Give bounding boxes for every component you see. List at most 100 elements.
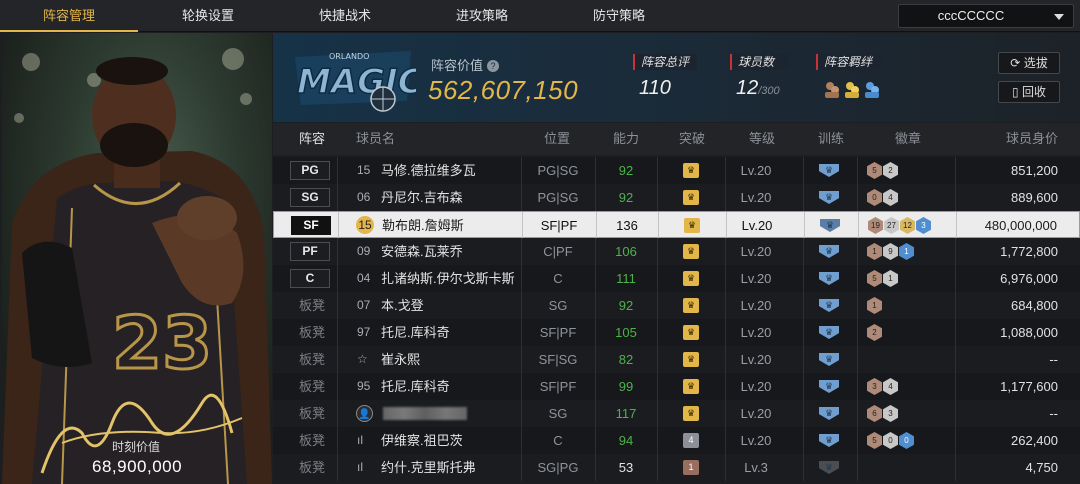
breakthrough-icon[interactable]: ♛: [683, 190, 699, 205]
training-icon[interactable]: ♛: [819, 434, 839, 447]
breakthrough-icon[interactable]: ♛: [683, 406, 699, 421]
col-breakthrough[interactable]: 突破: [679, 123, 705, 155]
training-icon[interactable]: ♛: [820, 219, 840, 232]
badge-list[interactable]: 1: [867, 297, 882, 314]
player-name[interactable]: 约什.克里斯托弗: [381, 454, 476, 481]
column-divider: [595, 319, 596, 346]
lineup-select[interactable]: cccCCCCC: [898, 4, 1074, 28]
breakthrough-icon[interactable]: 1: [683, 460, 699, 475]
player-name[interactable]: 丹尼尔.吉布森: [381, 184, 463, 211]
col-level[interactable]: 等级: [749, 123, 775, 155]
column-divider: [657, 427, 658, 454]
table-row[interactable]: 板凳 ☆ 崔永熙 SF|SG 82 ♛ Lv.20 ♛ --: [273, 346, 1080, 373]
jersey-number: 97: [357, 325, 371, 339]
player-name[interactable]: 扎诸纳斯.伊尔戈斯卡斯: [381, 265, 515, 292]
slot-badge[interactable]: SG: [290, 188, 330, 207]
slot-badge[interactable]: C: [290, 269, 330, 288]
column-divider: [657, 238, 658, 265]
table-row[interactable]: PF 09 安德森.瓦莱乔 C|PF 106 ♛ Lv.20 ♛ 1 9 1 1,772,800: [273, 238, 1080, 265]
tab-offense-strategy[interactable]: 进攻策略: [422, 0, 542, 32]
badge-list[interactable]: 52: [867, 162, 898, 179]
table-row[interactable]: 板凳 07 本.戈登 SG 92 ♛ Lv.20 ♛ 1 684,800: [273, 292, 1080, 319]
tab-defense-strategy[interactable]: 防守策略: [559, 0, 679, 32]
breakthrough-icon[interactable]: ♛: [683, 244, 699, 259]
badge-list[interactable]: 191: [867, 243, 914, 260]
training-icon[interactable]: ♛: [819, 407, 839, 420]
table-row[interactable]: 板凳 97 托尼.库科奇 SF|PF 105 ♛ Lv.20 ♛ 2 1,088,000: [273, 319, 1080, 346]
jersey-number: 09: [357, 244, 371, 258]
column-divider: [803, 319, 804, 346]
column-divider: [337, 319, 338, 346]
table-row[interactable]: SF 15 勒布朗.詹姆斯 SF|PF 136 ♛ Lv.20 ♛ 19 27 12 3 480,000…: [273, 211, 1080, 239]
col-badges[interactable]: 徽章: [895, 123, 921, 155]
badge-list[interactable]: 63: [867, 405, 898, 422]
column-divider: [337, 427, 338, 454]
player-level: Lv.20: [741, 218, 773, 233]
training-icon[interactable]: ♛: [819, 245, 839, 258]
breakthrough-icon[interactable]: ♛: [683, 379, 699, 394]
column-divider: [521, 184, 522, 211]
tab-lineup-management[interactable]: 阵容管理: [0, 0, 138, 32]
help-icon[interactable]: ?: [487, 60, 500, 72]
player-name[interactable]: 托尼.库科奇: [381, 373, 450, 400]
breakthrough-icon[interactable]: ♛: [684, 218, 700, 233]
col-player-value[interactable]: 球员身价: [1006, 123, 1058, 155]
player-name[interactable]: 马修.德拉维多瓦: [381, 157, 476, 184]
col-rating[interactable]: 能力: [613, 123, 639, 155]
breakthrough-icon[interactable]: ♛: [683, 298, 699, 313]
table-row[interactable]: 板凳 ıl 约什.克里斯托弗 SG|PG 53 1 Lv.3 ♛ 4,750: [273, 454, 1080, 481]
player-name[interactable]: 安德森.瓦莱乔: [381, 238, 463, 265]
training-icon[interactable]: ♛: [819, 191, 839, 204]
player-name[interactable]: 伊维察.祖巴茨: [381, 427, 463, 454]
breakthrough-icon[interactable]: ♛: [683, 325, 699, 340]
training-icon[interactable]: ♛: [819, 353, 839, 366]
slot-badge[interactable]: PG: [290, 161, 330, 180]
breakthrough-icon[interactable]: ♛: [683, 163, 699, 178]
jersey-number: 23: [112, 301, 212, 385]
player-name[interactable]: 托尼.库科奇: [381, 319, 450, 346]
column-divider: [657, 265, 658, 292]
table-row[interactable]: C 04 扎诸纳斯.伊尔戈斯卡斯 C 111 ♛ Lv.20 ♛ 5 1 6,976,000: [273, 265, 1080, 292]
training-icon[interactable]: ♛: [819, 164, 839, 177]
table-row[interactable]: SG 06 丹尼尔.吉布森 PG|SG 92 ♛ Lv.20 ♛ 0 4 889,600: [273, 184, 1080, 211]
column-divider: [521, 400, 522, 427]
badge-list[interactable]: 19 27 12 3: [868, 217, 931, 234]
col-training[interactable]: 训练: [818, 123, 844, 155]
badge-list[interactable]: 500: [867, 432, 914, 449]
player-name[interactable]: 崔永熙: [381, 346, 420, 373]
player-value: 851,200: [1011, 163, 1058, 178]
slot-badge[interactable]: SF: [291, 216, 331, 235]
table-row[interactable]: 板凳 95 托尼.库科奇 SF|PF 99 ♛ Lv.20 ♛ 3 4 1,177,600: [273, 373, 1080, 400]
column-divider: [857, 265, 858, 292]
badge-icon: 1: [883, 270, 898, 287]
table-row[interactable]: PG 15 马修.德拉维多瓦 PG|SG 92 ♛ Lv.20 ♛ 5 2 851,200: [273, 157, 1080, 184]
badge-list[interactable]: 51: [867, 270, 898, 287]
breakthrough-icon[interactable]: ♛: [683, 352, 699, 367]
badge-list[interactable]: 04: [867, 189, 898, 206]
recycle-button[interactable]: ▯ 回收: [998, 81, 1060, 103]
column-divider: [521, 238, 522, 265]
table-row[interactable]: 板凳 ıl 伊维察.祖巴茨 C 94 4 Lv.20 ♛ 5 0 0 262,400: [273, 427, 1080, 454]
training-icon[interactable]: ♛: [819, 380, 839, 393]
training-icon[interactable]: ♛: [819, 272, 839, 285]
player-card[interactable]: 23 时刻价值 68,900,000: [2, 33, 272, 484]
training-icon[interactable]: ♛: [819, 299, 839, 312]
player-position: SG|PG: [537, 460, 579, 475]
slot-badge[interactable]: PF: [290, 242, 330, 261]
col-player-name[interactable]: 球员名: [356, 123, 395, 155]
tab-rotation-settings[interactable]: 轮换设置: [148, 0, 268, 32]
col-position[interactable]: 位置: [544, 123, 570, 155]
breakthrough-icon[interactable]: ♛: [683, 271, 699, 286]
player-value: 1,088,000: [1000, 325, 1058, 340]
training-icon[interactable]: ♛: [819, 461, 839, 474]
player-name[interactable]: 本.戈登: [381, 292, 424, 319]
training-icon[interactable]: ♛: [819, 326, 839, 339]
tab-quick-tactics[interactable]: 快捷战术: [285, 0, 405, 32]
column-divider: [521, 373, 522, 400]
player-name[interactable]: 勒布朗.詹姆斯: [382, 212, 464, 239]
select-button[interactable]: ⟳ 选拔: [998, 52, 1060, 74]
table-row[interactable]: 板凳 👤 SG 117 ♛ Lv.20 ♛ 6 3 --: [273, 400, 1080, 427]
breakthrough-icon[interactable]: 4: [683, 433, 699, 448]
badge-list[interactable]: 34: [867, 378, 898, 395]
badge-list[interactable]: 2: [867, 324, 882, 341]
